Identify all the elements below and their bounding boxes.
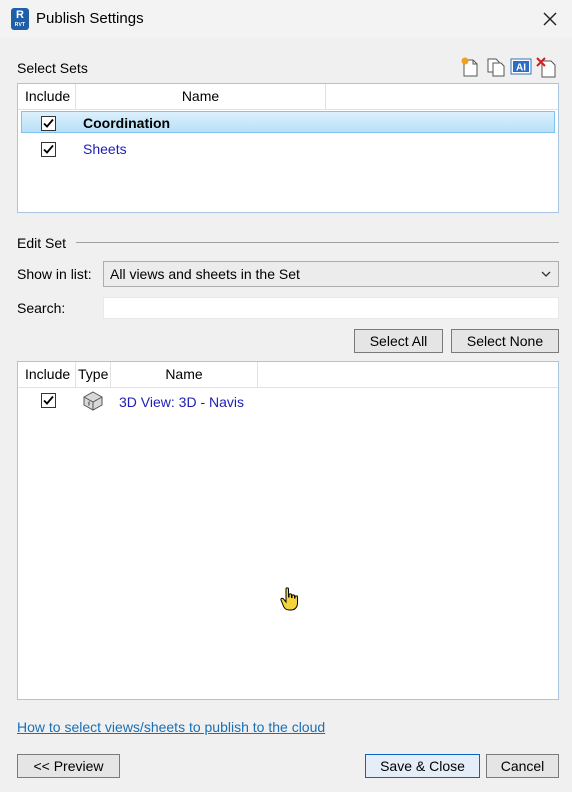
preview-button[interactable]: << Preview xyxy=(17,754,120,778)
show-in-list-value: All views and sheets in the Set xyxy=(110,266,300,282)
help-link[interactable]: How to select views/sheets to publish to… xyxy=(17,719,325,735)
col-include-header[interactable]: Include xyxy=(18,84,76,109)
set-row-name[interactable]: Sheets xyxy=(83,141,127,157)
select-sets-label: Select Sets xyxy=(17,60,88,76)
col-type-header[interactable]: Type xyxy=(76,362,111,387)
set-row-checkbox[interactable] xyxy=(41,142,56,157)
search-label: Search: xyxy=(17,300,66,316)
show-in-list-dropdown[interactable]: All views and sheets in the Set xyxy=(103,261,559,287)
close-button[interactable] xyxy=(539,8,561,30)
set-row-name[interactable]: Coordination xyxy=(83,115,170,131)
chevron-down-icon xyxy=(541,271,551,277)
select-sets-grid: Include Name Coordination Sheets xyxy=(17,83,559,213)
save-close-button[interactable]: Save & Close xyxy=(365,754,480,778)
new-set-icon[interactable] xyxy=(459,56,481,78)
set-row-checkbox[interactable] xyxy=(41,116,56,131)
select-all-button[interactable]: Select All xyxy=(354,329,443,353)
edit-set-divider xyxy=(76,242,559,243)
3d-view-icon xyxy=(83,391,103,411)
close-icon xyxy=(543,12,557,26)
app-icon-letter: R xyxy=(16,9,24,21)
delete-set-icon[interactable] xyxy=(535,56,557,78)
rename-set-icon[interactable]: AI xyxy=(510,56,532,78)
sets-grid-header: Include Name xyxy=(18,84,558,110)
views-grid-header: Include Type Name xyxy=(18,362,558,388)
view-row-name[interactable]: 3D View: 3D - Navis xyxy=(119,394,244,410)
hand-cursor-icon xyxy=(280,587,298,611)
view-row-checkbox[interactable] xyxy=(41,393,56,408)
cancel-button[interactable]: Cancel xyxy=(486,754,559,778)
col-name-header[interactable]: Name xyxy=(76,84,326,109)
col-include-header[interactable]: Include xyxy=(18,362,76,387)
select-none-button[interactable]: Select None xyxy=(451,329,559,353)
svg-text:AI: AI xyxy=(516,63,526,74)
window-title: Publish Settings xyxy=(36,10,144,27)
views-grid: Include Type Name 3D View: 3D - Navis xyxy=(17,361,559,700)
duplicate-set-icon[interactable] xyxy=(485,56,507,78)
edit-set-label: Edit Set xyxy=(17,235,67,251)
col-name-header[interactable]: Name xyxy=(111,362,258,387)
show-in-list-label: Show in list: xyxy=(17,266,92,282)
revit-app-icon: R RVT xyxy=(11,8,29,30)
search-input[interactable] xyxy=(103,297,559,319)
app-icon-sub: RVT xyxy=(14,22,26,28)
